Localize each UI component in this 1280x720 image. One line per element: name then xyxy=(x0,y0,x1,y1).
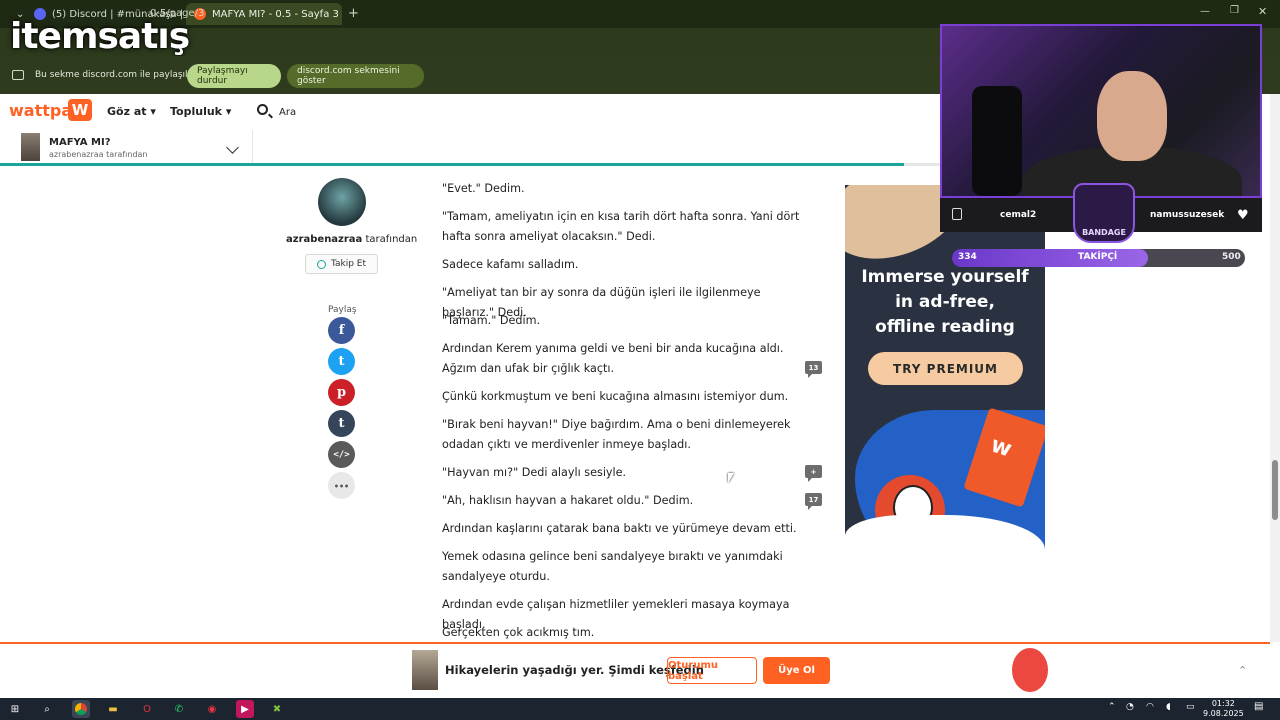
signup-button[interactable]: Üye Ol xyxy=(763,657,830,684)
comment-count-badge[interactable]: 17 xyxy=(805,493,822,510)
story-paragraph: Ardından Kerem yanıma geldi ve beni bir … xyxy=(442,342,784,375)
tab-title: MAFYA MI? - 0.5 - Sayfa 3 xyxy=(212,8,339,20)
streamer-face xyxy=(1097,71,1167,161)
tray-chevron-icon[interactable]: ⌃ xyxy=(1108,702,1116,712)
story-paragraph: "Ah, haklısın hayvan a hakaret oldu." De… xyxy=(442,494,694,507)
premium-ad[interactable]: Immerse yourself in ad-free, offline rea… xyxy=(845,185,1045,585)
search-input[interactable]: Ara xyxy=(279,107,296,118)
banner-text: Hikayelerin yaşadığı yer. Şimdi keşfedin xyxy=(445,663,704,677)
opera-icon[interactable]: O xyxy=(138,700,156,718)
story-bar xyxy=(0,130,940,166)
ad-headline-line: offline reading xyxy=(875,317,1015,337)
follow-label: Takip Et xyxy=(330,259,367,269)
stop-sharing-button[interactable]: Paylaşmayı durdur xyxy=(187,64,281,88)
watermark-logo-icon xyxy=(1012,648,1048,692)
tab-wattpad[interactable]: MAFYA MI? - 0.5 - Sayfa 3 ✕ xyxy=(186,3,342,25)
follower-count: 334 xyxy=(958,252,977,262)
try-premium-button[interactable]: TRY PREMIUM xyxy=(868,352,1023,385)
avatar[interactable] xyxy=(318,178,366,226)
search-icon[interactable]: ⌕ xyxy=(38,700,56,718)
story-paragraph: Gerçekten çok acıkmış tım. xyxy=(442,626,595,639)
story-paragraph: "Tamam." Dedim. xyxy=(442,314,541,327)
clock-time: 01:32 xyxy=(1211,699,1235,708)
media-player-icon[interactable]: ▶ xyxy=(236,700,254,718)
mouse-cursor-icon xyxy=(728,473,734,483)
taskbar xyxy=(0,698,1280,720)
browse-menu[interactable]: Göz at ▾ xyxy=(107,105,156,118)
follower-goal: 500 xyxy=(1222,252,1241,262)
divider xyxy=(252,130,253,164)
embed-icon[interactable]: </> xyxy=(328,441,355,468)
follow-button[interactable]: Takip Et xyxy=(305,254,378,274)
author-suffix: tarafından xyxy=(362,234,418,245)
restore-button[interactable]: ❐ xyxy=(1230,5,1239,16)
notification-icon[interactable]: ▤ xyxy=(1254,701,1263,712)
timer-icon xyxy=(952,208,962,220)
tumblr-icon[interactable]: t xyxy=(328,410,355,437)
story-paragraph: "Hayvan mı?" Dedi alaylı sesiyle. xyxy=(442,466,627,479)
author-name[interactable]: azrabenazraa xyxy=(286,234,362,245)
story-paragraph: Çünkü korkmuştum ve beni kucağına alması… xyxy=(442,390,789,403)
follower-label: TAKİPÇİ xyxy=(1078,252,1118,262)
ad-headline-line: Immerse yourself xyxy=(861,267,1029,287)
story-paragraph: Ardından kaşlarını çatarak bana baktı ve… xyxy=(442,522,797,535)
webcam-overlay xyxy=(940,24,1262,198)
stream-logo-overlay: itemsatış xyxy=(10,16,190,57)
author-byline: azrabenazraa tarafından xyxy=(286,234,417,245)
story-cover[interactable] xyxy=(21,133,40,161)
story-paragraph: Sadece kafamı salladım. xyxy=(442,258,579,271)
tray-volume-icon[interactable]: ◖ xyxy=(1166,702,1171,712)
sharing-message: Bu sekme discord.com ile paylaşılıyor xyxy=(35,70,205,80)
story-paragraph: Yemek odasına gelince beni sandalyeye bı… xyxy=(442,550,783,583)
ad-headline: Immerse yourself in ad-free, offline rea… xyxy=(845,265,1045,340)
chrome-icon[interactable] xyxy=(72,700,90,718)
stream-user-left: cemal2 xyxy=(1000,210,1037,220)
microphone-icon xyxy=(972,86,1022,196)
app-icon[interactable]: ◉ xyxy=(203,700,221,718)
whatsapp-icon[interactable]: ✆ xyxy=(170,700,188,718)
new-tab-button[interactable]: + xyxy=(348,6,359,21)
reading-progress-track xyxy=(904,163,940,166)
community-menu[interactable]: Topluluk ▾ xyxy=(170,105,231,118)
banner-cover xyxy=(412,650,438,690)
tray-wifi-icon[interactable]: ◠ xyxy=(1146,702,1154,712)
clock[interactable]: 01:32 9.08.2025 xyxy=(1203,699,1244,719)
wattpad-w-icon[interactable]: W xyxy=(68,99,92,121)
scrollbar[interactable] xyxy=(1270,94,1280,642)
comment-count-badge[interactable]: 13 xyxy=(805,361,822,378)
heart-icon: ♥ xyxy=(1237,208,1249,223)
ad-illustration-arm xyxy=(845,515,1045,585)
pinterest-icon[interactable]: p xyxy=(328,379,355,406)
stream-badge: BANDAGE xyxy=(1073,183,1135,243)
more-icon[interactable]: ••• xyxy=(328,472,355,499)
share-heading: Paylaş xyxy=(328,305,357,315)
story-author: azrabenazraa tarafından xyxy=(49,150,148,159)
close-window-button[interactable]: ✕ xyxy=(1258,5,1267,18)
follower-goal-fill xyxy=(952,249,1148,267)
scrollbar-thumb[interactable] xyxy=(1272,460,1278,520)
xbox-icon[interactable]: ✖ xyxy=(268,700,286,718)
story-paragraph: "Bırak beni hayvan!" Diye bağırdım. Ama … xyxy=(442,418,791,451)
minimize-button[interactable]: — xyxy=(1200,6,1210,17)
ad-headline-line: in ad-free, xyxy=(895,292,995,312)
facebook-icon[interactable]: f xyxy=(328,317,355,344)
show-tab-button[interactable]: discord.com sekmesini göster xyxy=(287,64,424,88)
screen-share-icon xyxy=(12,70,24,80)
login-button[interactable]: Oturumu başlat xyxy=(667,657,757,684)
story-paragraph: "Tamam, ameliyatın için en kısa tarih dö… xyxy=(442,210,800,243)
folder-icon[interactable]: ▬ xyxy=(104,700,122,718)
twitter-icon[interactable]: t xyxy=(328,348,355,375)
add-user-icon xyxy=(316,259,326,269)
tray-network-icon[interactable]: ◔ xyxy=(1126,702,1134,712)
reading-progress xyxy=(0,163,904,166)
story-paragraph: "Evet." Dedim. xyxy=(442,182,525,195)
story-title[interactable]: MAFYA MI? xyxy=(49,137,111,148)
add-comment-badge[interactable]: + xyxy=(805,465,822,482)
stream-user-right: namussuzesek xyxy=(1150,210,1225,220)
search-icon[interactable] xyxy=(257,104,268,115)
collapse-icon[interactable]: ⌃ xyxy=(1238,664,1247,677)
windows-start-icon[interactable]: ⊞ xyxy=(6,700,24,718)
clock-date: 9.08.2025 xyxy=(1203,709,1244,718)
tray-battery-icon[interactable]: ▭ xyxy=(1186,702,1195,712)
